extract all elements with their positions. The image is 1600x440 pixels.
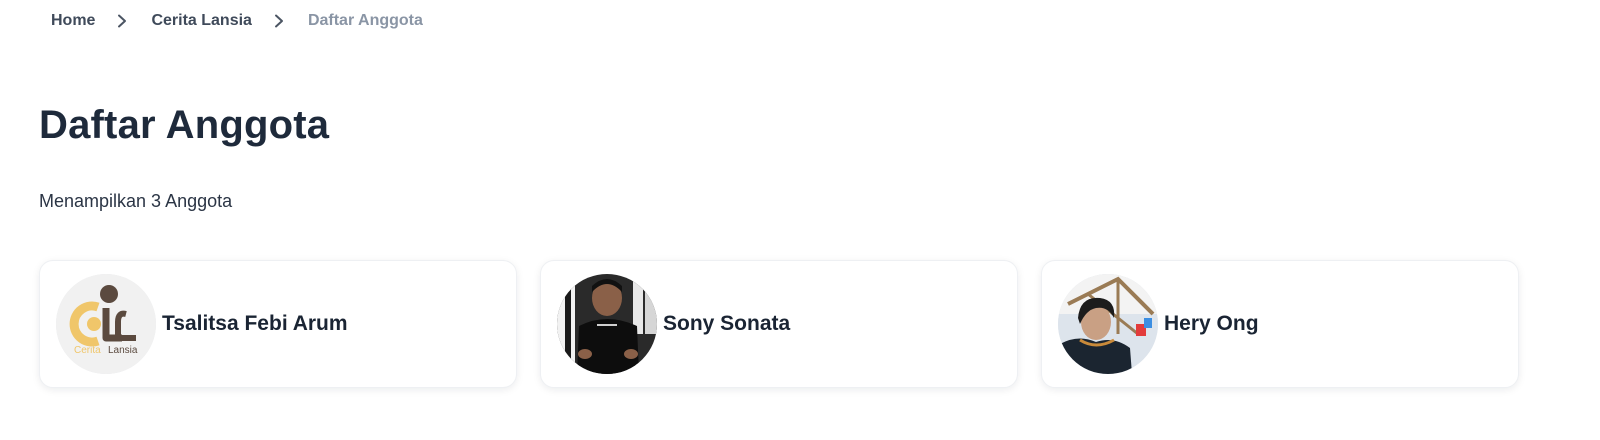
- member-name: Sony Sonata: [663, 312, 791, 335]
- chevron-right-icon: [272, 14, 286, 28]
- avatar: [1058, 274, 1158, 374]
- member-card[interactable]: Cerita Lansia Tsalitsa Febi Arum: [39, 260, 517, 388]
- member-count-text: Menampilkan 3 Anggota: [39, 191, 233, 211]
- member-card-list: Cerita Lansia Tsalitsa Febi Arum Sony So…: [39, 260, 1519, 388]
- breadcrumb: Home Cerita Lansia Daftar Anggota: [51, 12, 423, 30]
- member-card[interactable]: Sony Sonata: [540, 260, 1018, 388]
- profile-photo: [1058, 274, 1158, 374]
- member-card[interactable]: Hery Ong: [1041, 260, 1519, 388]
- cerita-lansia-logo: Cerita Lansia: [56, 274, 156, 374]
- breadcrumb-cerita-lansia-link[interactable]: Cerita Lansia: [151, 12, 251, 30]
- page-title: Daftar Anggota: [39, 103, 330, 147]
- logo-text-cerita: Cerita: [74, 345, 101, 356]
- profile-photo: [557, 274, 657, 374]
- logo-text-lansia: Lansia: [108, 345, 138, 356]
- chevron-right-icon: [115, 14, 129, 28]
- avatar: [557, 274, 657, 374]
- avatar: Cerita Lansia: [56, 274, 156, 374]
- member-name: Hery Ong: [1164, 312, 1259, 335]
- breadcrumb-home-link[interactable]: Home: [51, 12, 95, 30]
- member-name: Tsalitsa Febi Arum: [162, 312, 348, 335]
- breadcrumb-current: Daftar Anggota: [307, 12, 423, 29]
